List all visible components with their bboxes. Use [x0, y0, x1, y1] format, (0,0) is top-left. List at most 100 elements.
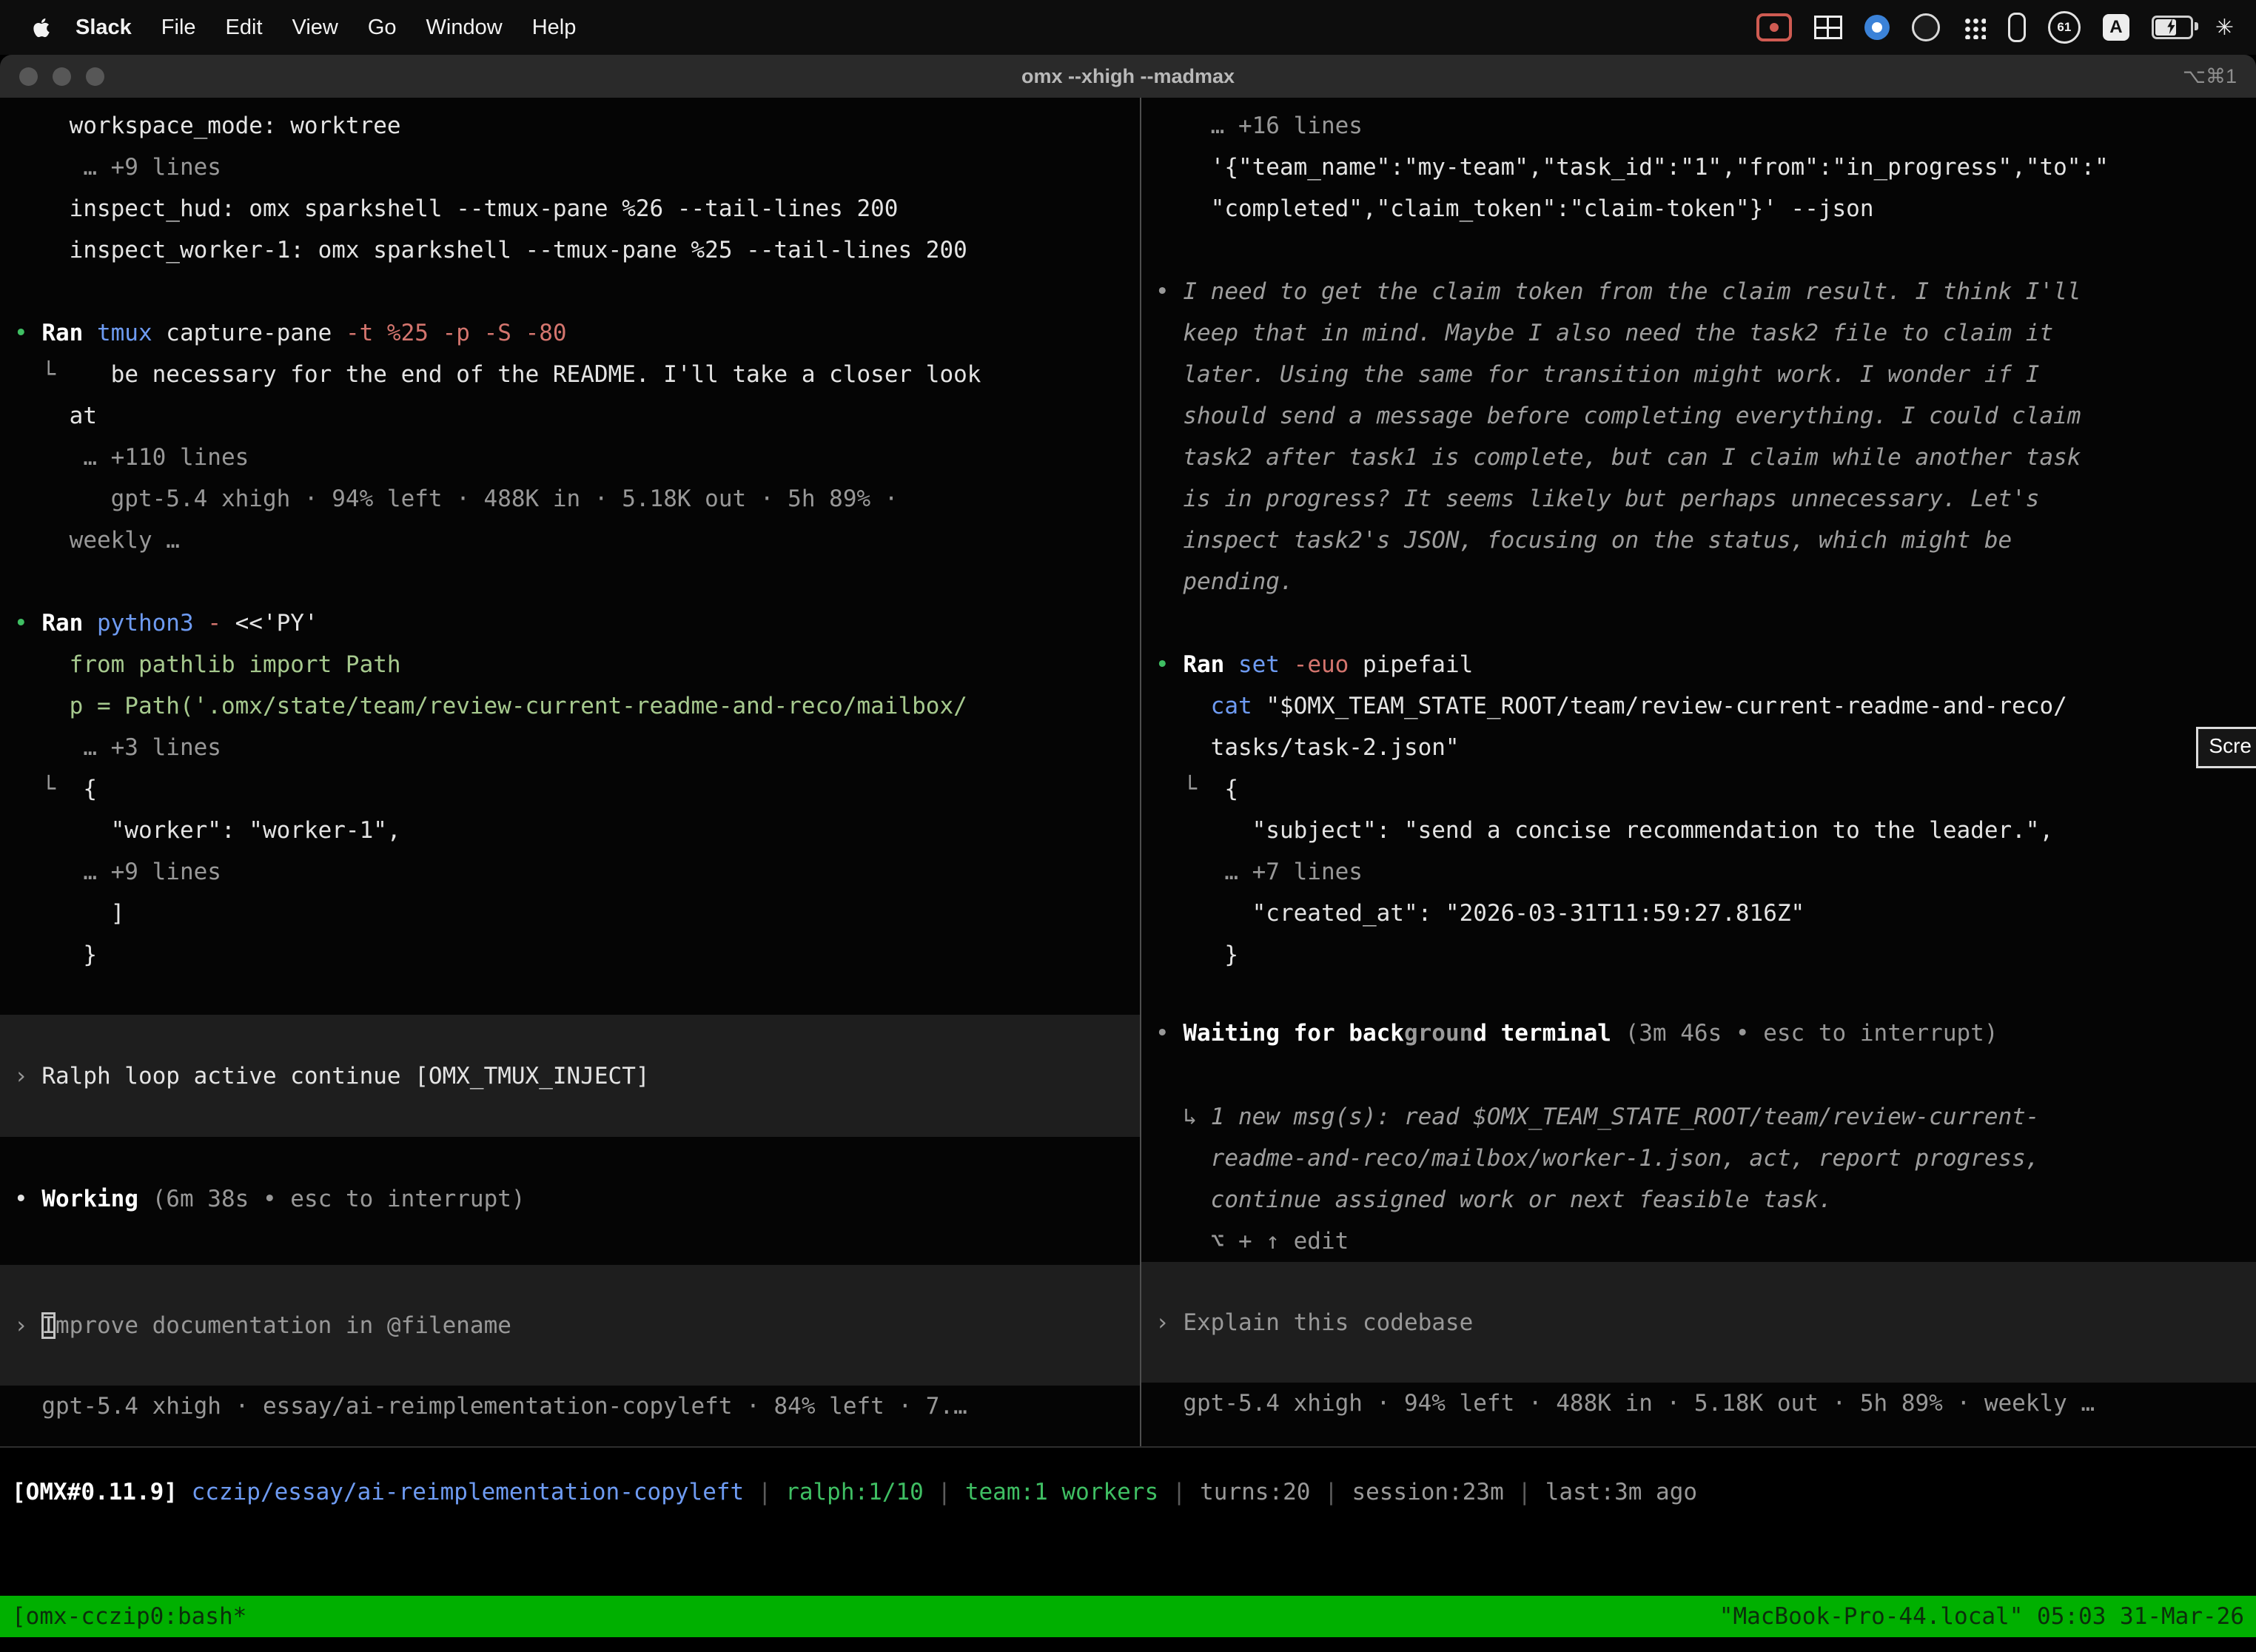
- text-segment: gpt-5.4 xhigh · 94% left · 488K in · 5.1…: [1155, 1390, 2095, 1417]
- thinking: is in progress? It seems likely but perh…: [1141, 478, 2256, 520]
- terminal-line: … +9 lines: [0, 147, 1140, 188]
- thinking: • I need to get the claim token from the…: [1141, 271, 2256, 312]
- menu-app-name[interactable]: Slack: [61, 16, 147, 40]
- text-segment: keep that in mind. Maybe I also need the…: [1155, 320, 2053, 346]
- terminal-line: └ be necessary for the end of the README…: [0, 354, 1140, 395]
- text-segment: later. Using the same for transition mig…: [1155, 361, 2039, 388]
- thinking: inspect task2's JSON, focusing on the st…: [1141, 520, 2256, 561]
- dots-grid-icon[interactable]: [1962, 16, 1986, 39]
- blank-line: [0, 561, 1140, 602]
- tmux-session-label: [omx-cczip0:bash*: [12, 1596, 246, 1637]
- text-segment: [1155, 693, 1211, 719]
- menu-go[interactable]: Go: [353, 16, 412, 39]
- input-source-icon[interactable]: A: [2103, 14, 2129, 41]
- mailbox-note: ↳ 1 new msg(s): read $OMX_TEAM_STATE_ROO…: [1141, 1096, 2256, 1138]
- menubar-status-icons: 61 A ✳: [1756, 11, 2234, 44]
- text-segment: └: [14, 776, 83, 802]
- terminal-line: inspect_worker-1: omx sparkshell --tmux-…: [0, 229, 1140, 271]
- omx-status-line: [OMX#0.11.9] cczip/essay/ai-reimplementa…: [0, 1471, 2256, 1513]
- status-segment: last:3m ago: [1545, 1479, 1697, 1505]
- text-segment: tasks/task-2.json": [1155, 734, 1460, 761]
- terminal-line: '{"team_name":"my-team","task_id":"1","f…: [1141, 147, 2256, 188]
- text-segment: •: [1155, 651, 1183, 678]
- menu-file[interactable]: File: [147, 16, 211, 39]
- status-segment: |: [924, 1479, 965, 1505]
- text-segment: ›: [14, 1063, 41, 1089]
- blank-line: [1141, 229, 2256, 271]
- text-segment: be necessary for the end of the README. …: [111, 361, 981, 388]
- terminal-line: ]: [0, 893, 1140, 934]
- text-segment: cat: [1211, 693, 1252, 719]
- text-segment: └: [1155, 776, 1224, 802]
- menubar-menus: Slack FileEditViewGoWindowHelp: [22, 16, 591, 40]
- text-segment: └: [14, 361, 111, 388]
- grid-app-icon[interactable]: [1814, 16, 1842, 39]
- mailbox-note: readme-and-reco/mailbox/worker-1.json, a…: [1141, 1138, 2256, 1179]
- text-segment: task2 after task1 is complete, but can I…: [1155, 444, 2081, 471]
- window-titlebar: omx --xhigh --madmax ⌥⌘1: [0, 55, 2256, 98]
- status-segment: session:23m: [1352, 1479, 1503, 1505]
- terminal-line: … +110 lines: [0, 437, 1140, 478]
- battery-percent-badge-icon[interactable]: 61: [2048, 11, 2081, 44]
- terminal-line: "completed","claim_token":"claim-token"}…: [1141, 188, 2256, 229]
- screen-recording-icon[interactable]: [1756, 13, 1792, 41]
- text-segment: ]: [14, 900, 124, 927]
- text-segment: Ralph loop active continue [OMX_TMUX_INJ…: [41, 1063, 649, 1089]
- text-segment: ↳: [1155, 1104, 1211, 1130]
- text-segment: •: [14, 320, 41, 346]
- text-segment: ›: [14, 1312, 41, 1339]
- status-segment: |: [1158, 1479, 1200, 1505]
- dark-app-icon[interactable]: [1912, 13, 1940, 41]
- text-segment: d terminal: [1473, 1020, 1611, 1047]
- text-segment: … +9 lines: [14, 154, 221, 181]
- text-segment: from pathlib import Path: [14, 651, 401, 678]
- ralph-loop-banner[interactable]: › Ralph loop active continue [OMX_TMUX_I…: [0, 1015, 1140, 1137]
- menu-window[interactable]: Window: [412, 16, 517, 39]
- text-segment: Explain this codebase: [1183, 1309, 1473, 1336]
- menu-edit[interactable]: Edit: [211, 16, 278, 39]
- text-segment: … +110 lines: [14, 444, 249, 471]
- terminal-line: workspace_mode: worktree: [0, 105, 1140, 147]
- waiting-status: • Waiting for background terminal (3m 46…: [1141, 1013, 2256, 1054]
- text-segment: ⌥ + ↑ edit: [1155, 1228, 1349, 1255]
- terminal-line: gpt-5.4 xhigh · 94% left · 488K in · 5.1…: [0, 478, 1140, 520]
- prompt-input-left[interactable]: › Improve documentation in @filename: [0, 1265, 1140, 1386]
- status-segment: turns:20: [1200, 1479, 1310, 1505]
- text-segment: '{"team_name":"my-team","task_id":"1","f…: [1155, 154, 2109, 181]
- prompt-input-right[interactable]: › Explain this codebase: [1141, 1262, 2256, 1383]
- text-segment: pipefail: [1349, 651, 1473, 678]
- pill-app-icon[interactable]: [2008, 13, 2026, 42]
- menu-view[interactable]: View: [278, 16, 353, 39]
- text-segment: •: [14, 610, 41, 637]
- text-segment: •: [1155, 278, 1183, 305]
- status-segment: [178, 1479, 192, 1505]
- thinking: should send a message before completing …: [1141, 395, 2256, 437]
- text-segment: Ran: [1183, 651, 1238, 678]
- charging-bolt-icon: [2165, 19, 2178, 34]
- terminal-line: … +9 lines: [0, 851, 1140, 893]
- thinking: later. Using the same for transition mig…: [1141, 354, 2256, 395]
- text-segment: continue assigned work or next feasible …: [1155, 1186, 1833, 1213]
- terminal-line: "worker": "worker-1",: [0, 810, 1140, 851]
- blue-app-icon[interactable]: [1864, 15, 1890, 40]
- text-segment: (3m 46s • esc to interrupt): [1611, 1020, 1998, 1047]
- status-segment: |: [1310, 1479, 1352, 1505]
- text-segment: 1 new msg(s): read $OMX_TEAM_STATE_ROOT/…: [1211, 1104, 2040, 1130]
- text-segment: python3: [97, 610, 194, 637]
- text-segment: inspect_worker-1: omx sparkshell --tmux-…: [14, 237, 967, 263]
- battery-icon[interactable]: [2152, 16, 2193, 39]
- command-line: • Ran set -euo pipefail: [1141, 644, 2256, 685]
- blank-line: [0, 271, 1140, 312]
- apple-menu-icon[interactable]: [22, 17, 61, 38]
- status-segment: |: [744, 1479, 785, 1505]
- text-segment: I: [41, 1312, 56, 1339]
- text-segment: Waiting for back: [1183, 1020, 1404, 1047]
- fan-icon[interactable]: ✳: [2215, 15, 2234, 41]
- text-segment: "completed","claim_token":"claim-token"}…: [1155, 195, 1874, 222]
- right-pane: … +16 lines '{"team_name":"my-team","tas…: [1141, 98, 2256, 1446]
- text-segment: "worker": "worker-1",: [14, 817, 401, 844]
- blank-line: [1141, 602, 2256, 644]
- terminal-line: at: [0, 395, 1140, 437]
- text-segment: tmux: [97, 320, 152, 346]
- menu-help[interactable]: Help: [517, 16, 591, 39]
